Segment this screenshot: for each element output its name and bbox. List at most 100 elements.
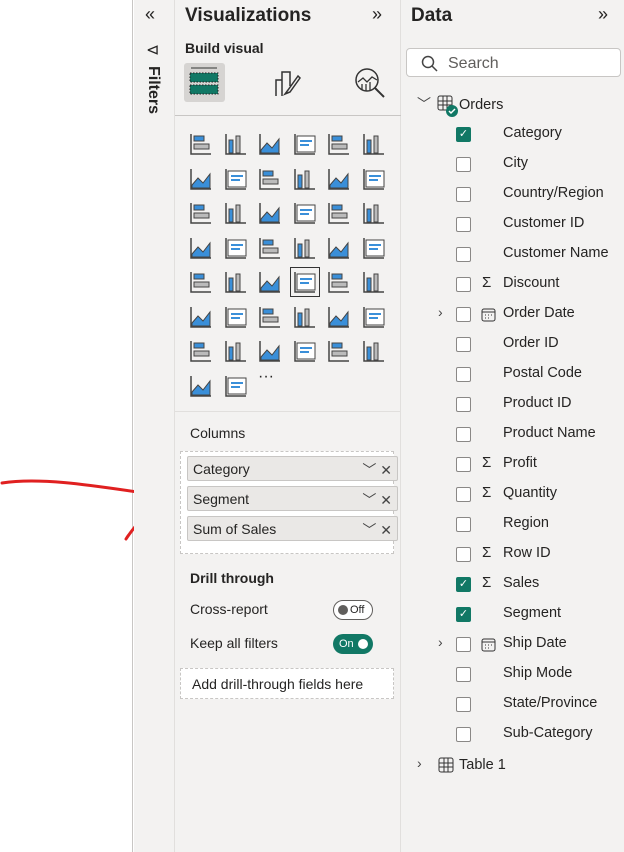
- kpi-visual-icon[interactable]: [224, 270, 248, 294]
- field-category[interactable]: ✓ Category: [401, 119, 624, 149]
- field-customer-name[interactable]: Customer Name: [401, 239, 624, 269]
- gauge-visual-icon[interactable]: [327, 236, 351, 260]
- field-checkbox[interactable]: ✓: [456, 607, 471, 622]
- field-checkbox[interactable]: [456, 337, 471, 352]
- column-field-pill[interactable]: Sum of Sales ﹀ ✕: [187, 516, 398, 541]
- field-checkbox[interactable]: [456, 547, 471, 562]
- expand-data-icon[interactable]: »: [598, 4, 608, 25]
- field-checkbox[interactable]: [456, 367, 471, 382]
- table-visual-icon[interactable]: [289, 267, 320, 297]
- table-orders[interactable]: ﹀ Orders: [401, 89, 624, 119]
- chevron-right-icon[interactable]: ›: [438, 304, 443, 320]
- field-checkbox[interactable]: [456, 247, 471, 262]
- chevron-right-icon[interactable]: ›: [417, 755, 422, 771]
- chevron-down-icon[interactable]: ﹀: [362, 462, 376, 478]
- stacked-bar-visual-icon[interactable]: [189, 132, 213, 156]
- field-profit[interactable]: Σ Profit: [401, 449, 624, 479]
- pie-visual-icon[interactable]: [327, 201, 351, 225]
- field-state-province[interactable]: State/Province: [401, 689, 624, 719]
- field-sub-category[interactable]: Sub-Category: [401, 719, 624, 749]
- columns-well[interactable]: Category ﹀ ✕ Segment ﹀ ✕ Sum of Sales ﹀ ✕: [180, 451, 398, 554]
- r-visual-visual-icon[interactable]: [362, 270, 386, 294]
- clustered-bar-visual-icon[interactable]: [258, 132, 282, 156]
- drill-through-drop-zone[interactable]: Add drill-through fields here: [180, 668, 394, 699]
- matrix-visual-icon[interactable]: [327, 270, 351, 294]
- python-visual-visual-icon[interactable]: [189, 305, 213, 329]
- filters-pane[interactable]: « ⊲ Filters: [134, 0, 175, 852]
- field-checkbox[interactable]: [456, 277, 471, 292]
- paginated-report-visual-icon[interactable]: [189, 339, 213, 363]
- remove-field-icon[interactable]: ✕: [380, 492, 392, 508]
- search-input[interactable]: Search: [406, 48, 621, 77]
- field-checkbox[interactable]: ✓: [456, 577, 471, 592]
- field-checkbox[interactable]: [456, 157, 471, 172]
- field-city[interactable]: City: [401, 149, 624, 179]
- filters-label[interactable]: Filters: [144, 66, 162, 114]
- qa-visual-icon[interactable]: [293, 305, 317, 329]
- field-product-id[interactable]: Product ID: [401, 389, 624, 419]
- field-checkbox[interactable]: [456, 487, 471, 502]
- field-region[interactable]: Region: [401, 509, 624, 539]
- goals-visual-icon[interactable]: [362, 305, 386, 329]
- table-table-1[interactable]: › Table 1: [401, 750, 624, 780]
- slicer-new-visual-icon[interactable]: [258, 339, 282, 363]
- funnel-visual-icon[interactable]: [258, 201, 282, 225]
- scatter-visual-icon[interactable]: [293, 201, 317, 225]
- key-influencers-visual-icon[interactable]: [224, 305, 248, 329]
- field-checkbox[interactable]: [456, 667, 471, 682]
- field-discount[interactable]: Σ Discount: [401, 269, 624, 299]
- list-slicer-visual-icon[interactable]: [327, 339, 351, 363]
- field-checkbox[interactable]: [456, 517, 471, 532]
- treemap-visual-icon[interactable]: [189, 236, 213, 260]
- field-checkbox[interactable]: [456, 457, 471, 472]
- remove-field-icon[interactable]: ✕: [380, 462, 392, 478]
- field-ship-date[interactable]: › Ship Date: [401, 629, 624, 659]
- 100-stacked-area-visual-icon[interactable]: [293, 167, 317, 191]
- line-visual-icon[interactable]: [189, 167, 213, 191]
- field-sales[interactable]: ✓ Σ Sales: [401, 569, 624, 599]
- donut-visual-icon[interactable]: [362, 201, 386, 225]
- text-slicer-visual-icon[interactable]: [293, 339, 317, 363]
- chevron-down-icon[interactable]: ﹀: [417, 94, 431, 114]
- field-order-id[interactable]: Order ID: [401, 329, 624, 359]
- more-visuals-button[interactable]: ···: [258, 368, 282, 392]
- stacked-column-visual-icon[interactable]: [224, 132, 248, 156]
- filled-map-visual-icon[interactable]: [258, 236, 282, 260]
- field-order-date[interactable]: › Order Date: [401, 299, 624, 329]
- field-customer-id[interactable]: Customer ID: [401, 209, 624, 239]
- chevron-right-icon[interactable]: ›: [438, 634, 443, 650]
- expand-visualizations-icon[interactable]: »: [372, 4, 382, 25]
- keep-all-filters-toggle[interactable]: On: [333, 634, 373, 654]
- card-new-visual-icon[interactable]: [224, 339, 248, 363]
- analytics-tab[interactable]: [353, 66, 387, 105]
- 100-stacked-column-visual-icon[interactable]: [362, 132, 386, 156]
- field-checkbox[interactable]: [456, 427, 471, 442]
- decomposition-tree-visual-icon[interactable]: [258, 305, 282, 329]
- field-checkbox[interactable]: [456, 307, 471, 322]
- field-checkbox[interactable]: [456, 217, 471, 232]
- field-country-region[interactable]: Country/Region: [401, 179, 624, 209]
- line-clustered-column-visual-icon[interactable]: [362, 167, 386, 191]
- cross-report-toggle[interactable]: Off: [333, 600, 373, 620]
- waterfall-visual-icon[interactable]: [224, 201, 248, 225]
- remove-field-icon[interactable]: ✕: [380, 522, 392, 538]
- field-checkbox[interactable]: [456, 697, 471, 712]
- smart-narrative-visual-icon[interactable]: [327, 305, 351, 329]
- collapse-filters-icon[interactable]: «: [145, 4, 155, 25]
- power-automate-visual-icon[interactable]: [224, 374, 248, 398]
- chevron-down-icon[interactable]: ﹀: [362, 492, 376, 508]
- arcgis-map-visual-icon[interactable]: [362, 339, 386, 363]
- field-checkbox[interactable]: [456, 637, 471, 652]
- slicer-visual-icon[interactable]: [258, 270, 282, 294]
- card-visual-icon[interactable]: [362, 236, 386, 260]
- 100-stacked-bar-visual-icon[interactable]: [327, 132, 351, 156]
- power-apps-visual-icon[interactable]: [189, 374, 213, 398]
- area-visual-icon[interactable]: [224, 167, 248, 191]
- multi-row-card-visual-icon[interactable]: [189, 270, 213, 294]
- build-visual-tab[interactable]: [184, 63, 225, 102]
- field-row-id[interactable]: Σ Row ID: [401, 539, 624, 569]
- field-checkbox[interactable]: [456, 397, 471, 412]
- field-ship-mode[interactable]: Ship Mode: [401, 659, 624, 689]
- map-visual-icon[interactable]: [224, 236, 248, 260]
- field-segment[interactable]: ✓ Segment: [401, 599, 624, 629]
